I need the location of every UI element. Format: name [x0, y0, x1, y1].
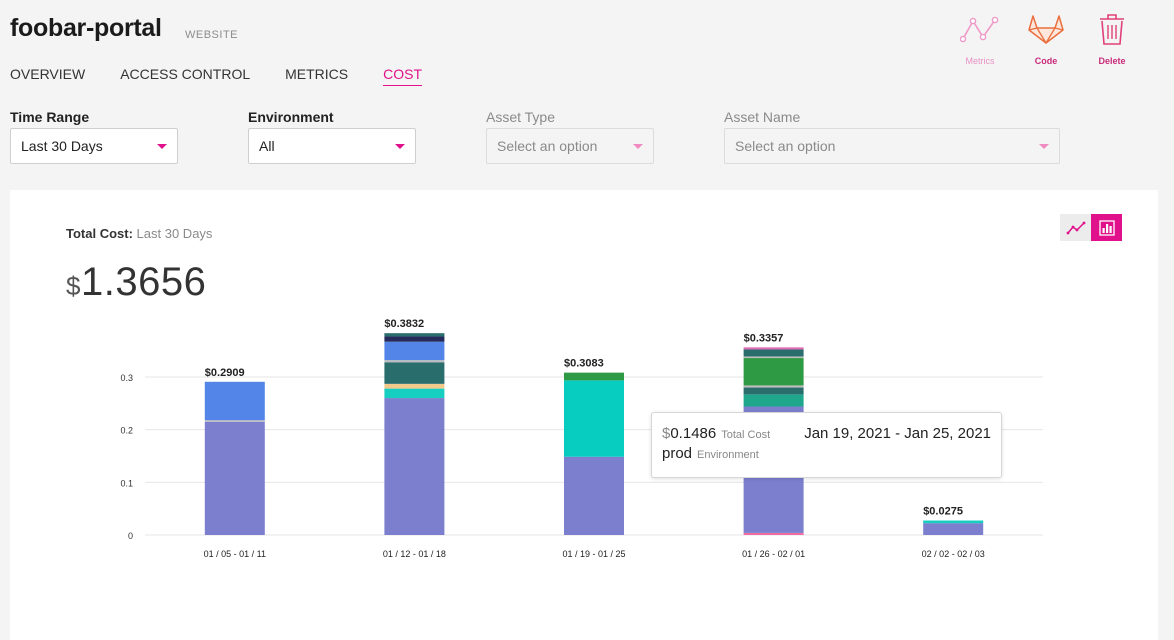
- asset-name-placeholder: Select an option: [735, 138, 836, 154]
- code-button[interactable]: Code: [1016, 12, 1076, 66]
- bar-segment: [743, 358, 804, 386]
- tooltip-value-label: Total Cost: [721, 429, 771, 441]
- bar-segment: [743, 385, 804, 388]
- bar-segment: [204, 420, 265, 422]
- tab-cost[interactable]: COST: [383, 66, 423, 86]
- gitlab-icon: [1028, 15, 1064, 45]
- bar-segment: [204, 381, 265, 421]
- time-range-label: Time Range: [10, 109, 90, 125]
- environment-label: Environment: [248, 109, 334, 125]
- bar-segment: [564, 380, 624, 457]
- x-tick-label: 01 / 19 - 01 / 25: [562, 549, 625, 559]
- y-tick-label: 0: [128, 531, 133, 541]
- bar-segment: [743, 387, 804, 395]
- tooltip-value: 0.1486: [670, 425, 717, 442]
- environment-select[interactable]: All: [248, 128, 416, 164]
- environment-filter: Environment All: [248, 109, 416, 164]
- bar-segment: [743, 532, 804, 535]
- chevron-down-icon: [157, 143, 167, 149]
- bar-total-label: $0.3083: [564, 358, 604, 370]
- app-type-badge: WEBSITE: [185, 29, 239, 41]
- tab-metrics[interactable]: METRICS: [285, 66, 348, 86]
- environment-value: All: [259, 138, 275, 154]
- bar-segment: [384, 336, 445, 342]
- metrics-label: Metrics: [965, 56, 995, 66]
- tooltip-environment: prod: [662, 445, 693, 462]
- time-range-select[interactable]: Last 30 Days: [10, 128, 178, 164]
- x-tick-label: 01 / 26 - 02 / 01: [742, 549, 805, 559]
- delete-label: Delete: [1098, 56, 1126, 66]
- bar-segment: [743, 356, 804, 359]
- tab-bar: OVERVIEW ACCESS CONTROL METRICS COST: [10, 66, 457, 86]
- chevron-down-icon: [633, 143, 643, 149]
- bar-segment: [923, 520, 984, 524]
- bar-segment: [384, 362, 445, 384]
- tooltip-currency: $: [662, 425, 671, 442]
- chart-tooltip: $ 0.1486 Total Cost Jan 19, 2021 - Jan 2…: [651, 412, 1002, 478]
- y-tick-label: 0.2: [120, 426, 133, 436]
- bar-segment: [564, 456, 624, 535]
- code-label: Code: [1034, 56, 1058, 66]
- y-tick-label: 0.3: [120, 373, 133, 383]
- chevron-down-icon: [1039, 143, 1049, 149]
- asset-name-filter: Asset Name Select an option: [724, 109, 1060, 164]
- tab-overview[interactable]: OVERVIEW: [10, 66, 85, 86]
- tab-access-control[interactable]: ACCESS CONTROL: [120, 66, 250, 86]
- time-range-value: Last 30 Days: [21, 138, 103, 154]
- bar-segment: [384, 388, 445, 399]
- header-actions: Metrics Code Delete: [950, 12, 1148, 66]
- asset-type-label: Asset Type: [486, 109, 556, 125]
- bar-segment: [384, 383, 445, 389]
- asset-name-select[interactable]: Select an option: [724, 128, 1060, 164]
- chevron-down-icon: [395, 143, 405, 149]
- bar-segment: [204, 421, 265, 535]
- trash-icon: [1100, 14, 1124, 45]
- bar-total-label: $0.3832: [384, 318, 424, 330]
- bar-segment: [743, 394, 804, 407]
- x-tick-label: 01 / 05 - 01 / 11: [204, 549, 266, 559]
- bar-total-label: $0.0275: [923, 506, 963, 518]
- x-tick-label: 01 / 12 - 01 / 18: [383, 549, 446, 559]
- time-range-filter: Time Range Last 30 Days: [10, 109, 178, 164]
- asset-type-select[interactable]: Select an option: [486, 128, 654, 164]
- bar-total-label: $0.3357: [744, 332, 784, 344]
- app-title: foobar-portal: [10, 14, 162, 42]
- bar-segment: [384, 398, 445, 535]
- cost-card: Total Cost: Last 30 Days $1.3656 0 0.1 0.2…: [10, 190, 1158, 640]
- bar-segment: [743, 347, 804, 350]
- asset-type-placeholder: Select an option: [497, 138, 598, 154]
- bar-segment: [384, 341, 445, 361]
- asset-type-filter: Asset Type Select an option: [486, 109, 654, 164]
- metrics-icon: [960, 16, 999, 43]
- asset-name-label: Asset Name: [724, 109, 801, 125]
- bar-segment: [743, 349, 804, 357]
- bar-segment: [384, 333, 445, 337]
- delete-button[interactable]: Delete: [1082, 12, 1142, 66]
- bar-segment: [384, 360, 445, 363]
- tooltip-date-range: Jan 19, 2021 - Jan 25, 2021: [804, 425, 991, 442]
- x-tick-label: 02 / 02 - 02 / 03: [922, 549, 985, 559]
- y-tick-label: 0.1: [120, 478, 133, 488]
- bar-segment: [564, 372, 624, 381]
- metrics-button[interactable]: Metrics: [950, 12, 1010, 66]
- tooltip-environment-label: Environment: [697, 449, 759, 461]
- bar-segment: [923, 523, 984, 535]
- bar-total-label: $0.2909: [205, 367, 245, 379]
